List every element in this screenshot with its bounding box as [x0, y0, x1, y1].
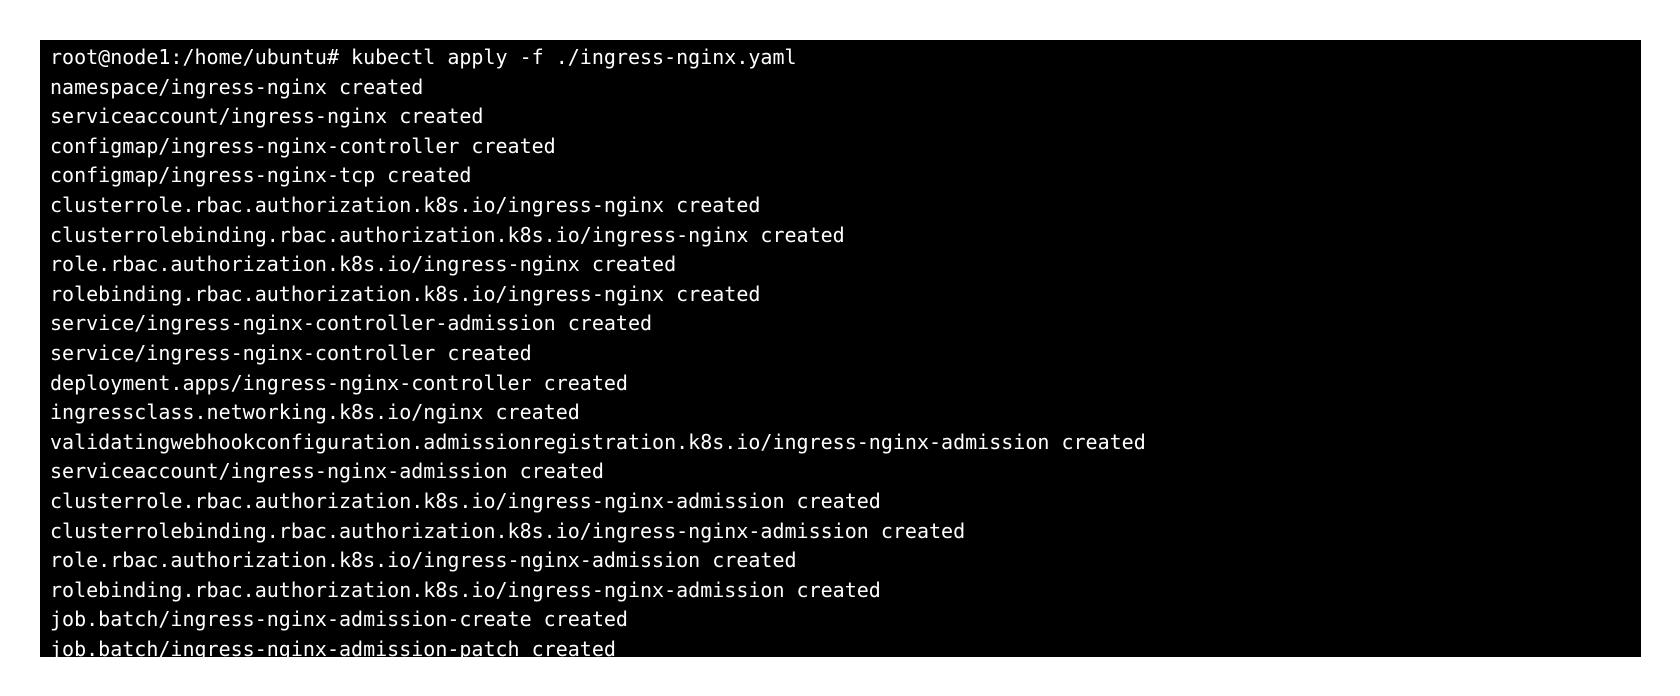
prompt-command-line: root@node1:/home/ubuntu# kubectl apply -…: [50, 45, 797, 69]
output-line: ingressclass.networking.k8s.io/nginx cre…: [50, 400, 580, 425]
output-line: service/ingress-nginx-controller-admissi…: [50, 311, 653, 336]
terminal-window[interactable]: root@node1:/home/ubuntu# kubectl apply -…: [40, 40, 1641, 657]
output-line: rolebinding.rbac.authorization.k8s.io/in…: [50, 577, 881, 602]
output-line: rolebinding.rbac.authorization.k8s.io/in…: [50, 281, 761, 306]
output-line: job.batch/ingress-nginx-admission-create…: [50, 607, 628, 632]
output-line: validatingwebhookconfiguration.admission…: [50, 429, 1146, 454]
output-line: serviceaccount/ingress-nginx-admission c…: [50, 459, 604, 484]
output-line: serviceaccount/ingress-nginx created: [50, 104, 484, 129]
output-line: service/ingress-nginx-controller created: [50, 340, 532, 365]
output-line: namespace/ingress-nginx created: [50, 74, 424, 99]
output-line: role.rbac.authorization.k8s.io/ingress-n…: [50, 252, 677, 277]
output-line: clusterrolebinding.rbac.authorization.k8…: [50, 518, 966, 543]
output-line: job.batch/ingress-nginx-admission-patch …: [50, 636, 616, 657]
output-line: clusterrole.rbac.authorization.k8s.io/in…: [50, 192, 761, 217]
output-line: configmap/ingress-nginx-tcp created: [50, 163, 472, 188]
output-line: configmap/ingress-nginx-controller creat…: [50, 133, 556, 158]
output-line: deployment.apps/ingress-nginx-controller…: [50, 370, 628, 395]
output-line: role.rbac.authorization.k8s.io/ingress-n…: [50, 548, 797, 573]
output-line: clusterrole.rbac.authorization.k8s.io/in…: [50, 488, 881, 513]
output-line: clusterrolebinding.rbac.authorization.k8…: [50, 222, 845, 247]
